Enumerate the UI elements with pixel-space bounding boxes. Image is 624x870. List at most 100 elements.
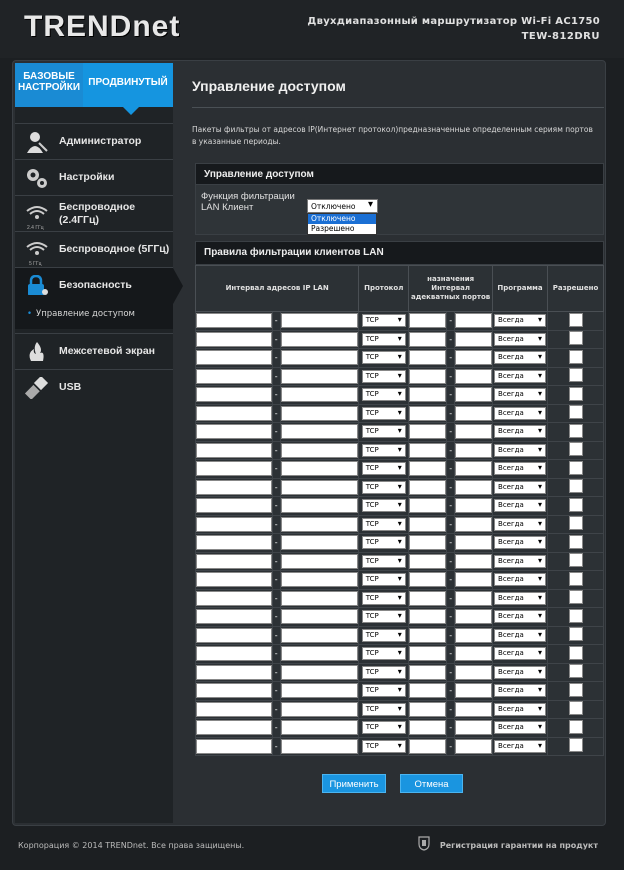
protocol-select[interactable]: TCP ▾ <box>361 351 406 365</box>
ip-end-input[interactable] <box>280 368 359 384</box>
ip-start-input[interactable] <box>196 331 272 347</box>
port-start-input[interactable] <box>409 424 447 440</box>
port-end-input[interactable] <box>455 627 493 643</box>
allowed-checkbox[interactable] <box>568 719 583 734</box>
protocol-select[interactable]: TCP ▾ <box>361 665 406 679</box>
port-end-input[interactable] <box>455 572 493 588</box>
port-start-input[interactable] <box>409 405 447 421</box>
ip-end-input[interactable] <box>280 516 359 532</box>
port-start-input[interactable] <box>409 368 447 384</box>
ip-start-input[interactable] <box>196 572 272 588</box>
port-end-input[interactable] <box>455 738 493 754</box>
protocol-select[interactable]: TCP ▾ <box>361 443 406 457</box>
allowed-checkbox[interactable] <box>568 516 583 531</box>
protocol-select[interactable]: TCP ▾ <box>361 462 406 476</box>
allowed-checkbox[interactable] <box>568 534 583 549</box>
ip-end-input[interactable] <box>280 738 359 754</box>
protocol-select[interactable]: TCP ▾ <box>361 628 406 642</box>
allowed-checkbox[interactable] <box>568 664 583 679</box>
protocol-select[interactable]: TCP ▾ <box>361 536 406 550</box>
protocol-select[interactable]: TCP ▾ <box>361 499 406 513</box>
port-end-input[interactable] <box>455 590 493 606</box>
protocol-select[interactable]: TCP ▾ <box>361 610 406 624</box>
apply-button[interactable]: Применить <box>322 774 386 793</box>
option-disabled[interactable]: Отключено <box>308 214 376 224</box>
port-start-input[interactable] <box>409 350 447 366</box>
port-start-input[interactable] <box>409 479 447 495</box>
ip-end-input[interactable] <box>280 590 359 606</box>
port-start-input[interactable] <box>409 461 447 477</box>
port-start-input[interactable] <box>409 387 447 403</box>
ip-start-input[interactable] <box>196 683 272 699</box>
port-start-input[interactable] <box>409 331 447 347</box>
ip-start-input[interactable] <box>196 350 272 366</box>
ip-end-input[interactable] <box>280 683 359 699</box>
ip-start-input[interactable] <box>196 646 272 662</box>
allowed-checkbox[interactable] <box>568 331 583 346</box>
allowed-checkbox[interactable] <box>568 368 583 383</box>
port-start-input[interactable] <box>409 683 447 699</box>
ip-end-input[interactable] <box>280 331 359 347</box>
port-end-input[interactable] <box>455 646 493 662</box>
schedule-select[interactable]: Всегда ▾ <box>494 665 547 679</box>
ip-end-input[interactable] <box>280 664 359 680</box>
ip-start-input[interactable] <box>196 627 272 643</box>
port-end-input[interactable] <box>455 331 493 347</box>
sidebar-item-admin[interactable]: Администратор <box>15 123 173 159</box>
port-start-input[interactable] <box>409 646 447 662</box>
allowed-checkbox[interactable] <box>568 608 583 623</box>
port-start-input[interactable] <box>409 313 447 329</box>
schedule-select[interactable]: Всегда ▾ <box>494 388 547 402</box>
schedule-select[interactable]: Всегда ▾ <box>494 425 547 439</box>
schedule-select[interactable]: Всегда ▾ <box>494 314 547 328</box>
protocol-select[interactable]: TCP ▾ <box>361 739 406 753</box>
ip-end-input[interactable] <box>280 535 359 551</box>
port-end-input[interactable] <box>455 535 493 551</box>
port-end-input[interactable] <box>455 720 493 736</box>
allowed-checkbox[interactable] <box>568 645 583 660</box>
protocol-select[interactable]: TCP ▾ <box>361 684 406 698</box>
ip-start-input[interactable] <box>196 701 272 717</box>
port-start-input[interactable] <box>409 553 447 569</box>
port-end-input[interactable] <box>455 368 493 384</box>
schedule-select[interactable]: Всегда ▾ <box>494 480 547 494</box>
allowed-checkbox[interactable] <box>568 627 583 642</box>
ip-end-input[interactable] <box>280 720 359 736</box>
ip-end-input[interactable] <box>280 498 359 514</box>
ip-end-input[interactable] <box>280 313 359 329</box>
ip-end-input[interactable] <box>280 701 359 717</box>
ip-start-input[interactable] <box>196 461 272 477</box>
protocol-select[interactable]: TCP ▾ <box>361 517 406 531</box>
ip-start-input[interactable] <box>196 405 272 421</box>
port-end-input[interactable] <box>455 461 493 477</box>
allowed-checkbox[interactable] <box>568 553 583 568</box>
protocol-select[interactable]: TCP ▾ <box>361 721 406 735</box>
allowed-checkbox[interactable] <box>568 405 583 420</box>
ip-end-input[interactable] <box>280 553 359 569</box>
sidebar-item-usb[interactable]: USB <box>15 369 173 405</box>
allowed-checkbox[interactable] <box>568 312 583 327</box>
ip-start-input[interactable] <box>196 368 272 384</box>
protocol-select[interactable]: TCP ▾ <box>361 554 406 568</box>
port-end-input[interactable] <box>455 683 493 699</box>
schedule-select[interactable]: Всегда ▾ <box>494 647 547 661</box>
protocol-select[interactable]: TCP ▾ <box>361 388 406 402</box>
allowed-checkbox[interactable] <box>568 479 583 494</box>
port-start-input[interactable] <box>409 572 447 588</box>
port-end-input[interactable] <box>455 479 493 495</box>
schedule-select[interactable]: Всегда ▾ <box>494 406 547 420</box>
schedule-select[interactable]: Всегда ▾ <box>494 721 547 735</box>
schedule-select[interactable]: Всегда ▾ <box>494 536 547 550</box>
ip-start-input[interactable] <box>196 516 272 532</box>
tab-advanced[interactable]: ПРОДВИНУТЫЙ <box>83 63 173 115</box>
ip-start-input[interactable] <box>196 498 272 514</box>
allowed-checkbox[interactable] <box>568 460 583 475</box>
port-start-input[interactable] <box>409 590 447 606</box>
ip-end-input[interactable] <box>280 479 359 495</box>
ip-end-input[interactable] <box>280 646 359 662</box>
schedule-select[interactable]: Всегда ▾ <box>494 499 547 513</box>
ip-start-input[interactable] <box>196 313 272 329</box>
schedule-select[interactable]: Всегда ▾ <box>494 610 547 624</box>
ip-start-input[interactable] <box>196 720 272 736</box>
schedule-select[interactable]: Всегда ▾ <box>494 628 547 642</box>
